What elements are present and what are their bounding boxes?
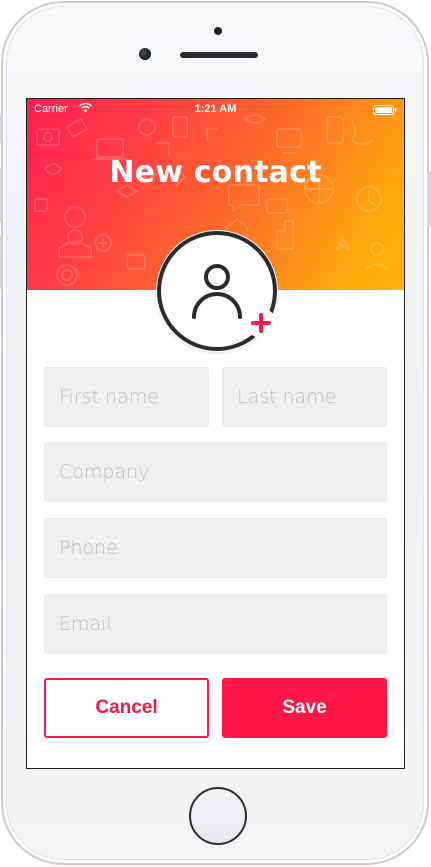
status-time: 1:21 AM — [194, 103, 237, 115]
app-screen: Carrier 1:21 AM New contact First name L… — [26, 98, 405, 769]
silent-switch — [0, 115, 3, 143]
company-field[interactable]: Company — [44, 442, 387, 502]
battery-icon — [373, 105, 397, 115]
volume-up-button — [0, 168, 3, 222]
first-name-field[interactable]: First name — [44, 367, 209, 427]
volume-down-button — [0, 235, 3, 289]
front-camera — [139, 48, 151, 60]
email-field[interactable]: Email — [44, 594, 387, 654]
last-name-field[interactable]: Last name — [222, 367, 387, 427]
home-button[interactable] — [189, 787, 247, 845]
status-bar: Carrier 1:21 AM — [27, 99, 404, 121]
cancel-button[interactable]: Cancel — [44, 678, 209, 738]
phone-field[interactable]: Phone — [44, 518, 387, 578]
page-title: New contact — [109, 155, 322, 190]
power-button — [427, 171, 431, 227]
proximity-sensor — [214, 27, 222, 35]
earpiece-speaker — [180, 52, 258, 58]
add-photo-button[interactable] — [156, 230, 278, 352]
save-button[interactable]: Save — [222, 678, 387, 738]
